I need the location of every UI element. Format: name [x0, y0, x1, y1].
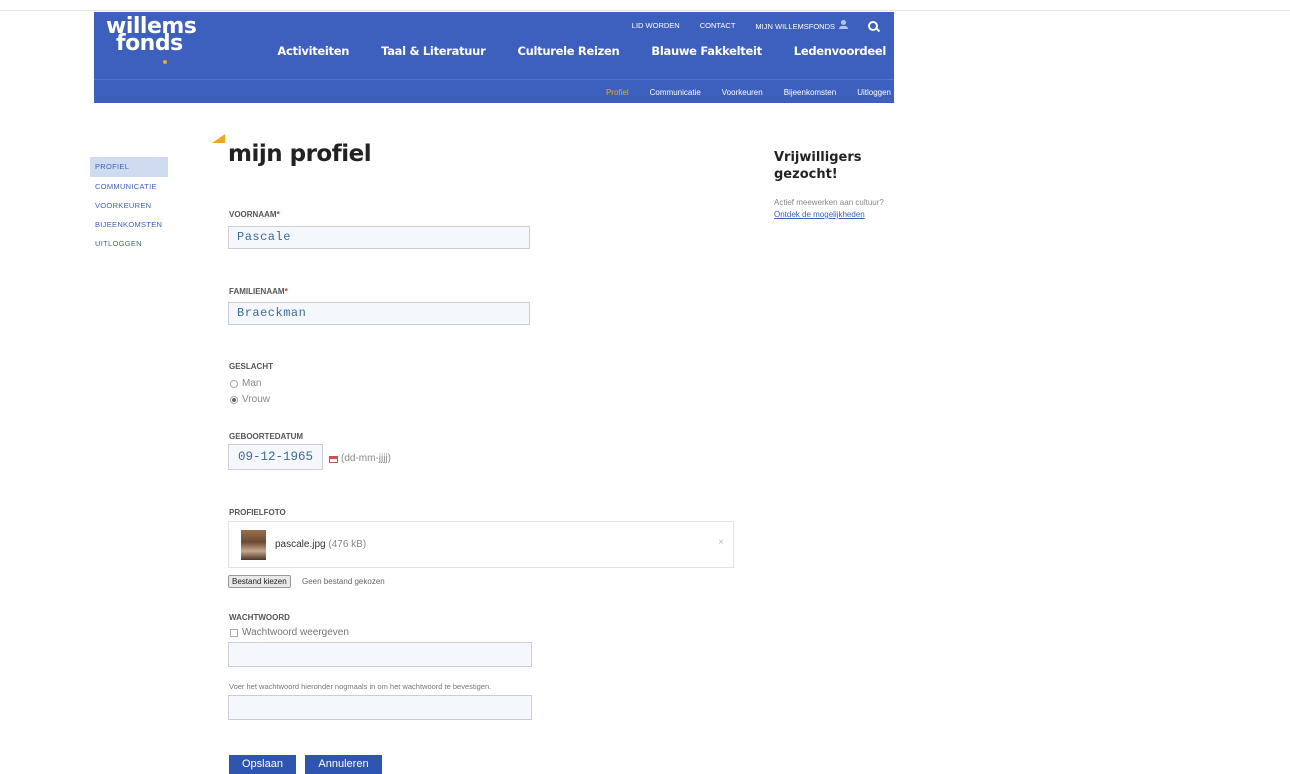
confirm-password-hint: Voer het wachtwoord hieronder nogmaals i…	[229, 682, 492, 691]
title-accent	[212, 134, 225, 143]
required-mark: *	[284, 287, 288, 296]
radio-vrouw-label: Vrouw	[242, 394, 270, 405]
aside-text: Actief meewerken aan cultuur? Ontdek de …	[774, 197, 884, 221]
sub-nav: Profiel Communicatie Voorkeuren Bijeenko…	[94, 79, 894, 104]
show-password-label: Wachtwoord weergeven	[242, 627, 349, 638]
choose-file-button[interactable]: Bestand kiezen	[228, 575, 291, 588]
main-nav-ledenvoordeel[interactable]: Ledenvoordeel	[794, 44, 887, 58]
photo-filesize: (476 kB)	[328, 539, 367, 550]
voornaam-label: VOORNAAM*	[229, 210, 280, 219]
cancel-button[interactable]: Annuleren	[305, 755, 382, 774]
sidebar-item-communicatie[interactable]: COMMUNICATIE	[90, 177, 168, 196]
familienaam-label: FAMILIENAAM*	[229, 287, 288, 296]
show-password-checkbox[interactable]	[230, 628, 238, 637]
geboortedatum-input[interactable]: 09-12-1965	[228, 444, 323, 470]
site-header: willems fonds LID WORDEN CONTACT MIJN WI…	[94, 12, 894, 103]
radio-man[interactable]	[230, 379, 238, 388]
main-nav-taal-literatuur[interactable]: Taal & Literatuur	[381, 44, 486, 58]
main-nav-blauwe-fakkelteit[interactable]: Blauwe Fakkelteit	[651, 44, 762, 58]
utility-nav: LID WORDEN CONTACT MIJN WILLEMSFONDS	[612, 20, 894, 31]
date-format-hint: (dd-mm-jjjj)	[341, 453, 391, 464]
logo-dot	[163, 60, 167, 64]
logo-line-2: fonds	[116, 31, 183, 56]
geslacht-option-vrouw[interactable]: Vrouw	[230, 394, 270, 405]
aside-link[interactable]: Ontdek de mogelijkheden	[774, 210, 865, 219]
voornaam-input[interactable]: Pascale	[228, 226, 530, 249]
sidebar: PROFIEL COMMUNICATIE VOORKEUREN BIJEENKO…	[90, 157, 168, 253]
main-nav: Activiteiten Taal & Literatuur Culturele…	[245, 44, 894, 58]
sub-nav-bijeenkomsten[interactable]: Bijeenkomsten	[784, 88, 836, 97]
geboortedatum-label: GEBOORTEDATUM	[229, 432, 304, 441]
photo-thumbnail	[241, 530, 266, 560]
main-nav-culturele-reizen[interactable]: Culturele Reizen	[517, 44, 619, 58]
photo-file-info: pascale.jpg (476 kB)	[275, 539, 366, 550]
user-icon	[839, 20, 848, 29]
file-status-text: Geen bestand gekozen	[302, 577, 385, 586]
contact-link[interactable]: CONTACT	[700, 21, 736, 30]
show-password-toggle[interactable]: Wachtwoord weergeven	[230, 627, 349, 638]
mijn-willemsfonds-label: MIJN WILLEMSFONDS	[755, 22, 835, 31]
lid-worden-link[interactable]: LID WORDEN	[632, 21, 680, 30]
calendar-icon[interactable]	[329, 456, 338, 463]
sub-nav-uitloggen[interactable]: Uitloggen	[857, 88, 891, 97]
save-button[interactable]: Opslaan	[229, 755, 296, 774]
photo-filename: pascale.jpg	[275, 539, 326, 550]
main-nav-activiteiten[interactable]: Activiteiten	[277, 44, 349, 58]
remove-photo-icon[interactable]: ×	[718, 537, 724, 548]
sidebar-item-voorkeuren[interactable]: VOORKEUREN	[90, 196, 168, 215]
aside-text-body: Actief meewerken aan cultuur?	[774, 198, 884, 207]
profielfoto-label: PROFIELFOTO	[229, 508, 286, 517]
sidebar-item-profiel[interactable]: PROFIEL	[90, 157, 168, 177]
aside-title: Vrijwilligers gezocht!	[774, 150, 862, 182]
page-title: mijn profiel	[228, 141, 372, 167]
familienaam-input[interactable]: Braeckman	[228, 302, 530, 325]
familienaam-label-text: FAMILIENAAM	[229, 287, 285, 296]
sub-nav-voorkeuren[interactable]: Voorkeuren	[722, 88, 763, 97]
willemsfonds-logo[interactable]: willems fonds	[106, 16, 197, 64]
confirm-password-input[interactable]	[228, 695, 532, 720]
password-input[interactable]	[228, 642, 532, 667]
top-divider	[0, 10, 1290, 11]
radio-man-label: Man	[242, 378, 262, 389]
sub-nav-profiel[interactable]: Profiel	[606, 88, 629, 97]
required-mark: *	[276, 210, 280, 219]
profile-photo-box: pascale.jpg (476 kB) ×	[228, 521, 734, 568]
geslacht-label: GESLACHT	[229, 362, 273, 371]
sidebar-item-bijeenkomsten[interactable]: BIJEENKOMSTEN	[90, 215, 168, 234]
voornaam-label-text: VOORNAAM	[229, 210, 277, 219]
radio-vrouw[interactable]	[230, 395, 238, 404]
geslacht-option-man[interactable]: Man	[230, 378, 261, 389]
sub-nav-communicatie[interactable]: Communicatie	[650, 88, 701, 97]
wachtwoord-label: WACHTWOORD	[229, 613, 290, 622]
mijn-willemsfonds-link[interactable]: MIJN WILLEMSFONDS	[755, 20, 848, 31]
sidebar-item-uitloggen[interactable]: UITLOGGEN	[90, 234, 168, 253]
search-icon[interactable]	[868, 20, 878, 31]
